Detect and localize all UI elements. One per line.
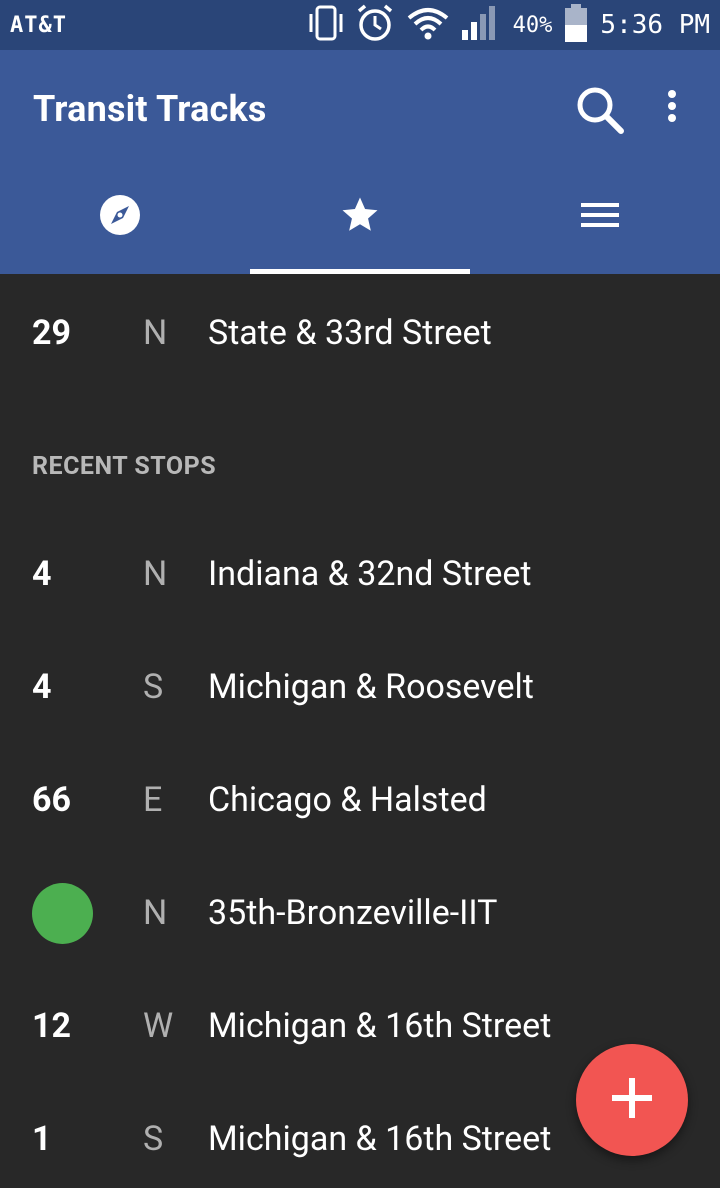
direction: W: [143, 1006, 174, 1046]
plus-icon: [610, 1076, 654, 1124]
route-number: 29: [32, 313, 72, 353]
search-button[interactable]: [572, 82, 628, 138]
star-icon: [339, 194, 381, 240]
green-line-dot: [32, 883, 93, 944]
menu-icon: [580, 200, 620, 234]
route-number: 66: [32, 780, 72, 820]
battery-percent: 40%: [512, 12, 553, 38]
direction: N: [143, 313, 168, 353]
add-stop-button[interactable]: [576, 1044, 688, 1156]
app-title: Transit Tracks: [33, 88, 267, 130]
clock: 5:36 PM: [600, 10, 710, 40]
more-options-button[interactable]: [654, 82, 690, 138]
app-bar: Transit Tracks: [0, 50, 720, 274]
direction: N: [143, 893, 168, 933]
direction: N: [143, 554, 168, 594]
route-number: 4: [32, 667, 52, 707]
direction: S: [143, 1119, 164, 1159]
recent-stops-header: RECENT STOPS: [32, 452, 217, 481]
favorite-stop-row[interactable]: 29 N State & 33rd Street: [0, 277, 720, 390]
carrier-label: AT&T: [10, 12, 67, 38]
stop-name: Michigan & 16th Street: [208, 1119, 552, 1159]
recent-stop-row[interactable]: 4 S Michigan & Roosevelt: [0, 631, 720, 744]
route-number: 12: [32, 1006, 72, 1046]
tab-routes[interactable]: [480, 160, 720, 274]
wifi-icon: [407, 6, 449, 44]
status-icons: 40% 5:36 PM: [309, 3, 710, 47]
signal-icon: [461, 4, 501, 46]
tab-nearby[interactable]: [0, 160, 240, 274]
route-number: 4: [32, 554, 52, 594]
recent-stop-row[interactable]: 66 E Chicago & Halsted: [0, 744, 720, 857]
stop-name: Chicago & Halsted: [208, 780, 487, 820]
compass-icon: [99, 194, 141, 240]
stop-name: Indiana & 32nd Street: [208, 554, 532, 594]
route-number: 1: [32, 1119, 52, 1159]
alarm-icon: [355, 3, 395, 47]
vibrate-icon: [309, 4, 343, 46]
recent-stop-row[interactable]: 4 N Indiana & 32nd Street: [0, 518, 720, 631]
status-bar: AT&T 40% 5:36 PM: [0, 0, 720, 50]
tab-bar: [0, 160, 720, 274]
stop-name: Michigan & Roosevelt: [208, 667, 534, 707]
stop-name: Michigan & 16th Street: [208, 1006, 552, 1046]
more-vert-icon: [654, 90, 690, 142]
search-icon: [572, 87, 628, 142]
direction: S: [143, 667, 164, 707]
recent-stop-row[interactable]: N 35th-Bronzeville-IIT: [0, 857, 720, 970]
tab-favorites[interactable]: [240, 160, 480, 274]
stop-name: 35th-Bronzeville-IIT: [208, 893, 498, 933]
stop-name: State & 33rd Street: [208, 313, 492, 353]
battery-icon: [564, 3, 588, 47]
direction: E: [143, 780, 163, 820]
